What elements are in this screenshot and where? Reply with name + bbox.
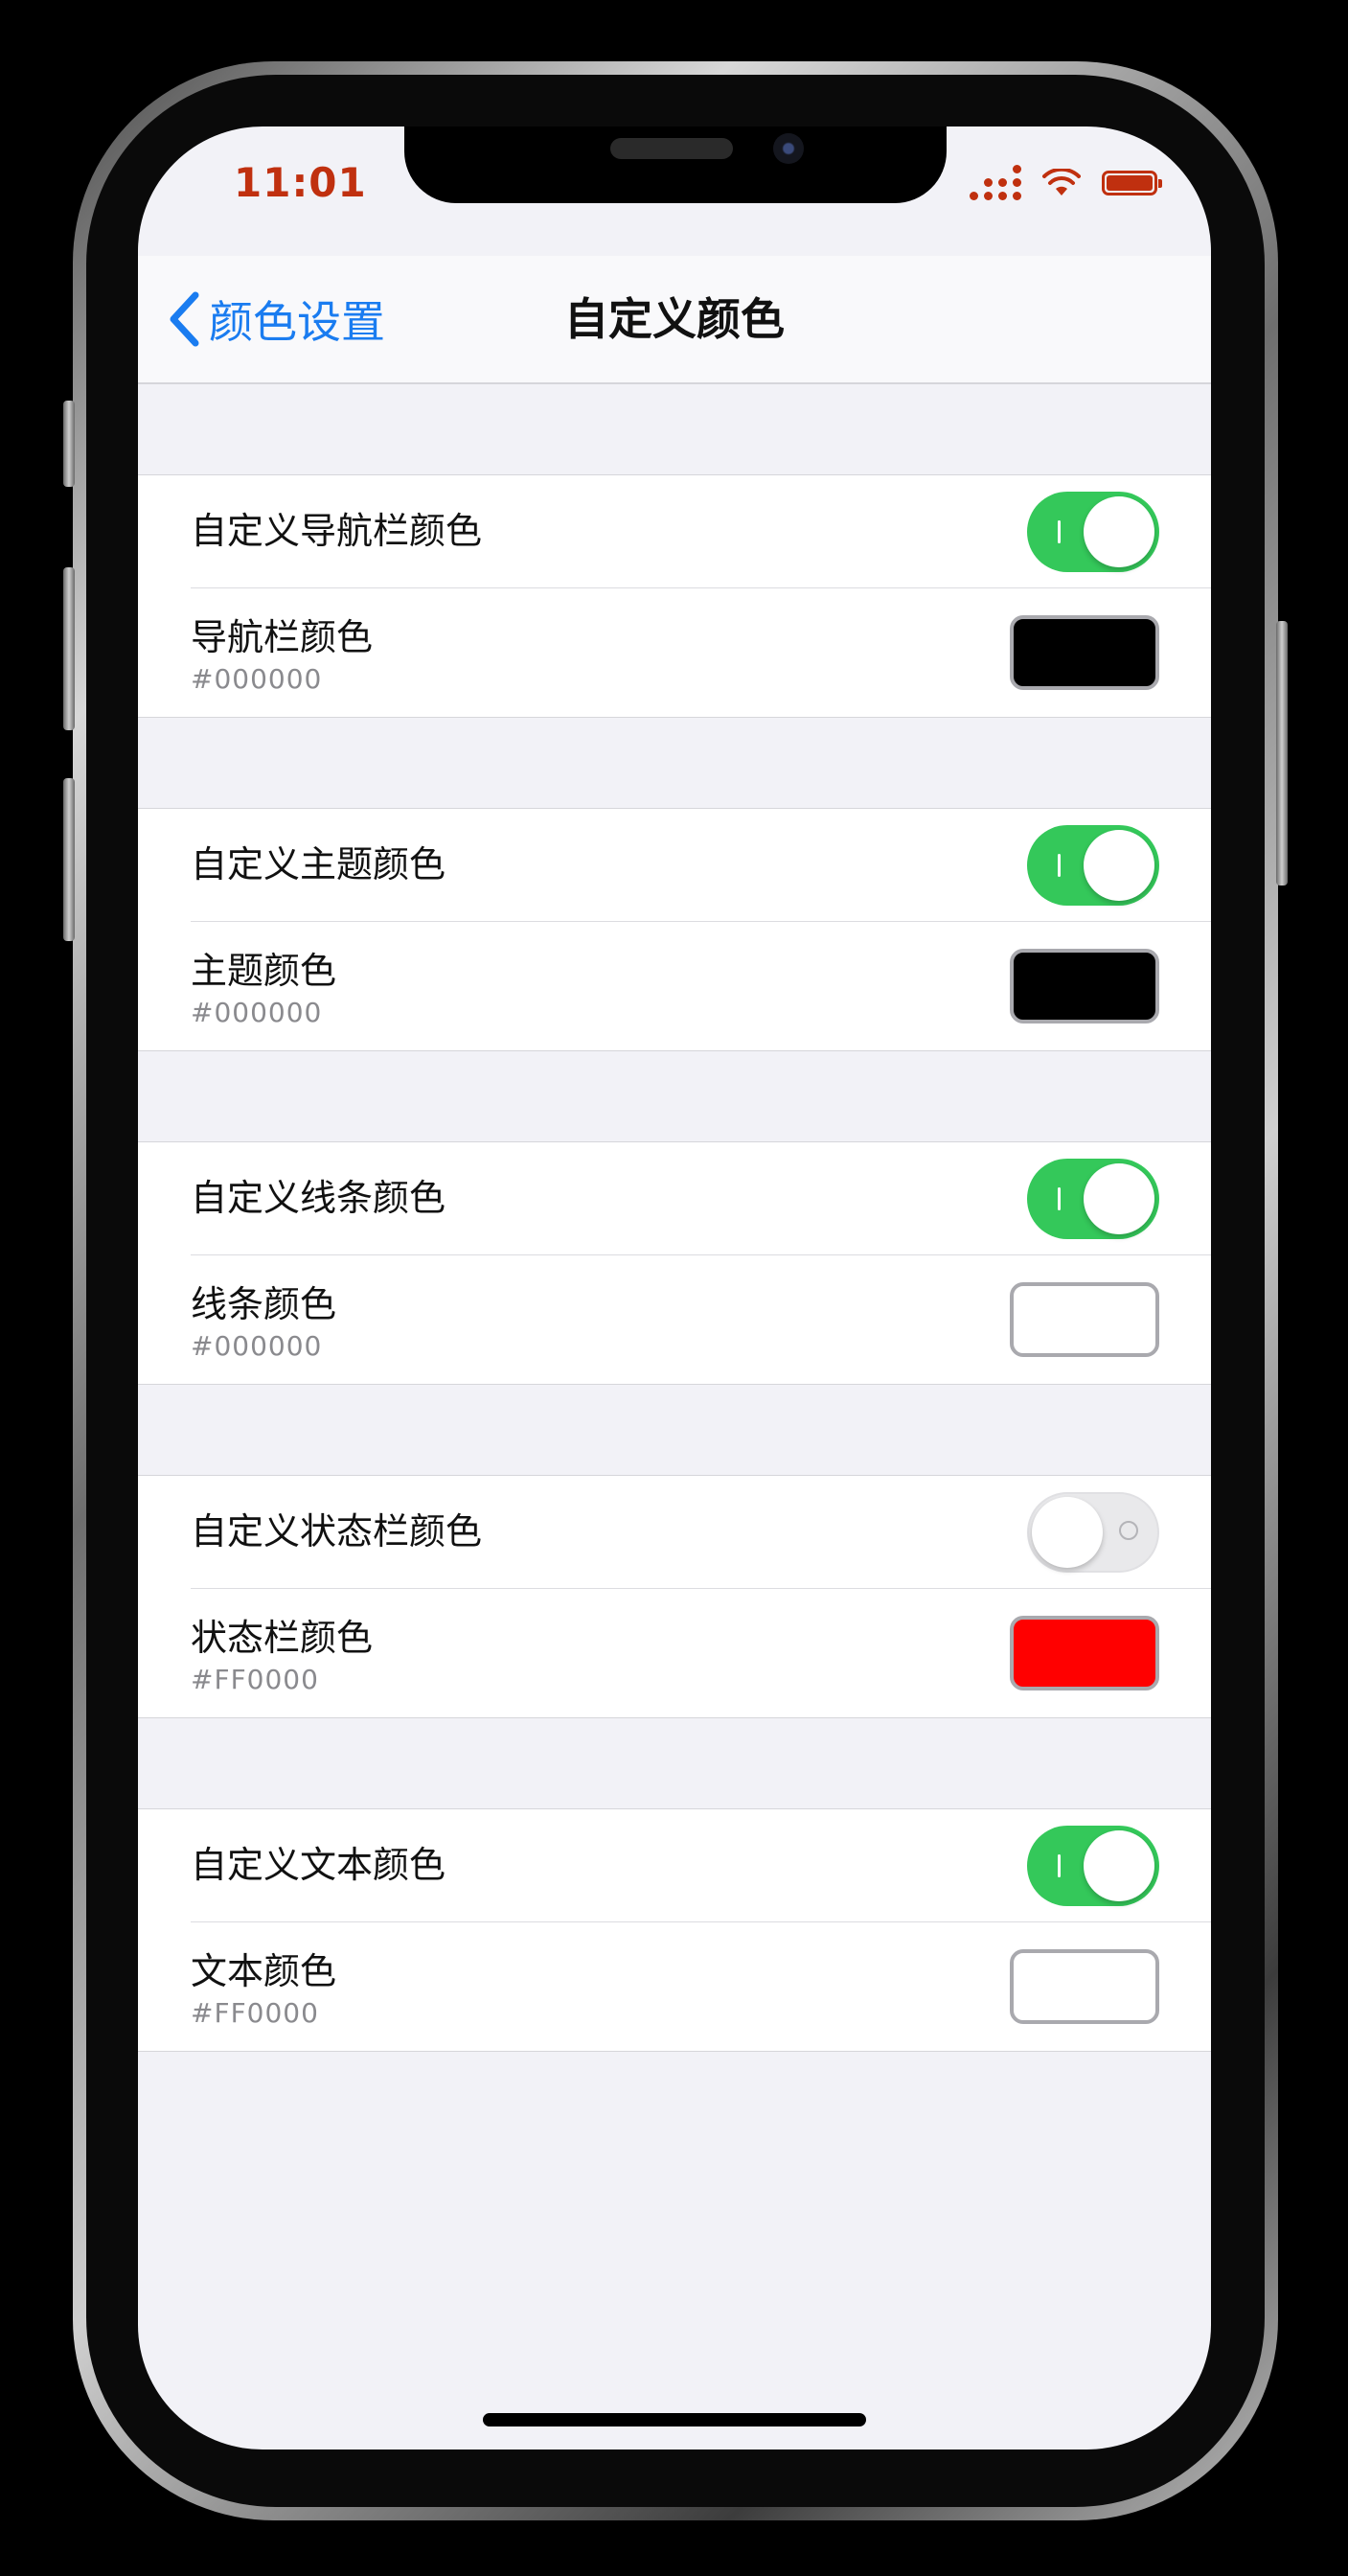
home-indicator[interactable]: [483, 2413, 866, 2426]
volume-down-button: [63, 778, 75, 941]
navigation-bar: 颜色设置 自定义颜色: [138, 256, 1211, 384]
front-camera: [773, 133, 804, 164]
custom-statusbar-color-switch[interactable]: [1027, 1492, 1159, 1573]
volume-up-button: [63, 567, 75, 730]
toggle-label: 自定义文本颜色: [191, 1844, 446, 1886]
color-label: 导航栏颜色: [191, 616, 374, 658]
section-statusbar-color: 自定义状态栏颜色 状态栏颜色 #FF0000: [138, 1475, 1211, 1718]
status-icons: [970, 165, 1162, 200]
color-swatch[interactable]: [1010, 949, 1159, 1024]
section-theme-color: 自定义主题颜色 主题颜色 #000000: [138, 808, 1211, 1051]
notch: [404, 126, 947, 203]
color-hex-value: #000000: [191, 1330, 323, 1362]
custom-text-color-switch[interactable]: [1027, 1826, 1159, 1906]
battery-icon: [1102, 170, 1162, 196]
color-swatch[interactable]: [1010, 1949, 1159, 2024]
speaker-grille: [610, 138, 733, 159]
toggle-row: 自定义主题颜色: [191, 809, 1211, 922]
color-row[interactable]: 主题颜色 #000000: [191, 922, 1211, 1050]
section-navbar-color: 自定义导航栏颜色 导航栏颜色 #000000: [138, 474, 1211, 718]
phone-screen: 11:01 颜色设置 自定义颜色 自定义导航栏颜色 导航栏颜色 #000000 …: [138, 126, 1211, 2450]
color-label: 文本颜色: [191, 1950, 337, 1992]
toggle-row: 自定义线条颜色: [191, 1142, 1211, 1255]
color-hex-value: #000000: [191, 663, 323, 695]
page-title: 自定义颜色: [564, 293, 785, 345]
toggle-label: 自定义主题颜色: [191, 843, 446, 886]
color-label: 状态栏颜色: [191, 1617, 374, 1659]
power-button: [1276, 621, 1288, 886]
custom-navbar-color-switch[interactable]: [1027, 492, 1159, 572]
section-text-color: 自定义文本颜色 文本颜色 #FF0000: [138, 1808, 1211, 2052]
section-line-color: 自定义线条颜色 线条颜色 #000000: [138, 1141, 1211, 1385]
settings-table: 自定义导航栏颜色 导航栏颜色 #000000 自定义主题颜色 主题颜色 #000…: [138, 384, 1211, 2052]
color-swatch[interactable]: [1010, 615, 1159, 690]
wifi-icon: [1042, 168, 1081, 196]
silent-switch: [63, 401, 75, 487]
color-label: 主题颜色: [191, 950, 337, 992]
toggle-row: 自定义文本颜色: [191, 1809, 1211, 1922]
color-swatch[interactable]: [1010, 1616, 1159, 1690]
color-hex-value: #000000: [191, 997, 323, 1028]
color-row[interactable]: 状态栏颜色 #FF0000: [191, 1589, 1211, 1717]
toggle-label: 自定义状态栏颜色: [191, 1510, 483, 1552]
toggle-row: 自定义导航栏颜色: [191, 475, 1211, 588]
toggle-label: 自定义线条颜色: [191, 1177, 446, 1219]
toggle-row: 自定义状态栏颜色: [191, 1476, 1211, 1589]
cellular-signal-icon: [970, 165, 1021, 200]
color-row[interactable]: 文本颜色 #FF0000: [191, 1922, 1211, 2051]
color-hex-value: #FF0000: [191, 1997, 319, 2029]
status-time: 11:01: [234, 159, 367, 206]
color-row[interactable]: 线条颜色 #000000: [191, 1255, 1211, 1384]
color-label: 线条颜色: [191, 1283, 337, 1325]
color-swatch[interactable]: [1010, 1282, 1159, 1357]
color-row[interactable]: 导航栏颜色 #000000: [191, 588, 1211, 717]
color-hex-value: #FF0000: [191, 1664, 319, 1695]
toggle-label: 自定义导航栏颜色: [191, 510, 483, 552]
custom-theme-color-switch[interactable]: [1027, 825, 1159, 906]
custom-line-color-switch[interactable]: [1027, 1159, 1159, 1239]
